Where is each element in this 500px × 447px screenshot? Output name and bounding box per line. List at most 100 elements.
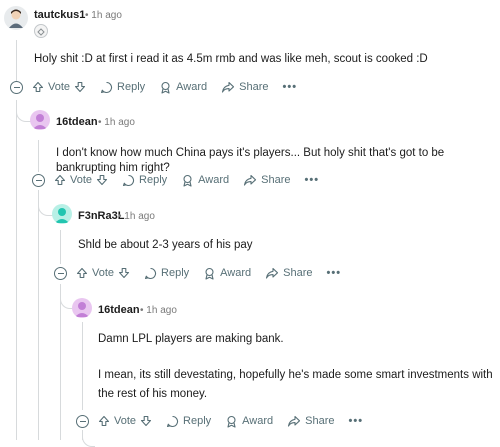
downvote-icon[interactable] (140, 415, 152, 427)
comment-meta: • 1h ago (140, 305, 177, 316)
comment-time: 1h ago (91, 10, 122, 21)
award-button[interactable]: Award (225, 415, 273, 428)
award-button[interactable]: Award (181, 174, 229, 187)
comment-time: 1h ago (146, 305, 177, 316)
avatar[interactable] (30, 110, 50, 130)
thread-line (60, 284, 61, 440)
avatar[interactable] (4, 6, 28, 30)
more-options-button[interactable]: ••• (327, 267, 342, 279)
comment-meta: • 1h ago (98, 117, 135, 128)
comment-actions: Vote Reply Award Share ••• (76, 263, 355, 283)
share-icon (244, 174, 257, 186)
upvote-icon[interactable] (76, 267, 88, 279)
share-button[interactable]: Share (265, 267, 313, 280)
vote-label: Vote (92, 267, 115, 279)
reply-button[interactable]: Reply (166, 415, 211, 428)
award-button[interactable]: Award (203, 267, 251, 280)
thread-line (60, 230, 61, 264)
award-label: Award (242, 415, 274, 427)
award-icon (205, 267, 214, 280)
award-button[interactable]: Award (159, 81, 207, 94)
user-avatar-icon (33, 114, 47, 129)
comment-actions: Vote Reply Award Share ••• (32, 77, 311, 97)
user-avatar-icon (55, 208, 69, 223)
award-label: Award (220, 267, 252, 279)
comment-time: 1h ago (124, 211, 155, 222)
comment-body: Holy shit :D at first i read it as 4.5m … (34, 53, 428, 65)
flair-badge (34, 24, 48, 38)
more-options-button[interactable]: ••• (283, 81, 298, 93)
reply-icon (144, 267, 157, 279)
reply-icon (166, 415, 179, 427)
more-options-button[interactable]: ••• (349, 415, 364, 427)
comment-body: I mean, its still devestating, hopefully… (98, 369, 493, 400)
separator: • (85, 10, 89, 21)
comment-meta: • 1h ago (85, 10, 122, 21)
reply-icon (122, 174, 135, 186)
comment-time: 1h ago (104, 117, 135, 128)
thread-elbow (60, 284, 73, 309)
user-avatar-icon (75, 302, 89, 317)
share-button[interactable]: Share (287, 415, 335, 428)
vote-group: Vote (76, 267, 130, 279)
award-icon (183, 174, 192, 187)
collapse-button[interactable] (54, 267, 67, 280)
separator: • (118, 211, 122, 222)
share-icon (222, 81, 235, 93)
comment-actions: Vote Reply Award Share ••• (54, 170, 333, 190)
reply-icon (100, 81, 113, 93)
share-icon (288, 415, 301, 427)
reply-button[interactable]: Reply (100, 81, 145, 94)
comment-username[interactable]: 16tdean (98, 304, 140, 316)
collapse-button[interactable] (10, 81, 23, 94)
downvote-icon[interactable] (74, 81, 86, 93)
reply-button[interactable]: Reply (144, 267, 189, 280)
thread-line (38, 190, 39, 440)
vote-label: Vote (70, 174, 93, 186)
vote-group: Vote (54, 174, 108, 186)
user-avatar-icon (9, 9, 23, 28)
upvote-icon[interactable] (54, 174, 66, 186)
comment-username[interactable]: tautckus1 (34, 9, 85, 21)
upvote-icon[interactable] (32, 81, 44, 93)
upvote-icon[interactable] (98, 415, 110, 427)
reply-label: Reply (161, 267, 190, 279)
reply-label: Reply (183, 415, 212, 427)
thread-elbow (38, 190, 53, 216)
share-button[interactable]: Share (243, 174, 291, 187)
share-label: Share (305, 415, 335, 427)
avatar[interactable] (72, 298, 92, 318)
award-icon (161, 81, 170, 94)
comment-actions: Vote Reply Award Share ••• (98, 411, 377, 431)
collapse-button[interactable] (76, 415, 89, 428)
comment-username[interactable]: 16tdean (56, 116, 98, 128)
separator: • (98, 117, 102, 128)
collapse-button[interactable] (32, 174, 45, 187)
vote-label: Vote (48, 81, 71, 93)
reply-label: Reply (139, 174, 168, 186)
award-label: Award (176, 81, 208, 93)
award-label: Award (198, 174, 230, 186)
downvote-icon[interactable] (96, 174, 108, 186)
downvote-icon[interactable] (118, 267, 130, 279)
share-label: Share (283, 267, 313, 279)
more-options-button[interactable]: ••• (305, 174, 320, 186)
thread-line (38, 140, 39, 172)
comment-body: Shld be about 2-3 years of his pay (78, 239, 253, 251)
award-icon (227, 415, 236, 428)
thread-line (16, 100, 17, 440)
thread-elbow (16, 100, 31, 122)
vote-group: Vote (32, 81, 86, 93)
separator: • (140, 305, 144, 316)
vote-label: Vote (114, 415, 137, 427)
share-label: Share (239, 81, 269, 93)
vote-group: Vote (98, 415, 152, 427)
flair-icon (37, 28, 45, 36)
avatar[interactable] (52, 204, 72, 224)
reply-button[interactable]: Reply (122, 174, 167, 187)
share-button[interactable]: Share (221, 81, 269, 94)
share-label: Share (261, 174, 291, 186)
share-icon (266, 267, 279, 279)
reply-label: Reply (117, 81, 146, 93)
comment-meta: • 1h ago (118, 211, 155, 222)
